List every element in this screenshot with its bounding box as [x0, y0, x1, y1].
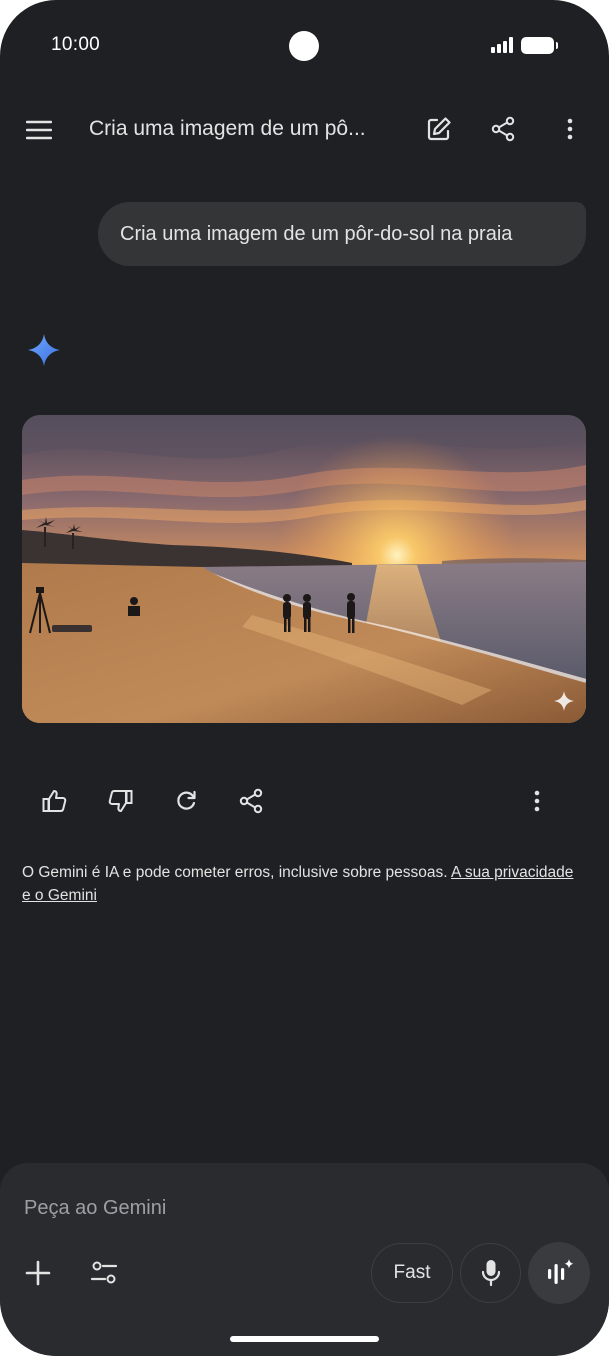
microphone-icon[interactable]	[460, 1243, 521, 1303]
generated-sunset-beach-image[interactable]	[22, 415, 586, 723]
user-message-bubble: Cria uma imagem de um pôr-do-sol na prai…	[98, 202, 586, 266]
disclaimer: O Gemini é IA e pode cometer erros, incl…	[22, 861, 582, 907]
status-time: 10:00	[51, 34, 101, 55]
tools-sliders-icon[interactable]	[87, 1256, 121, 1290]
front-camera	[289, 31, 319, 61]
thumbs-up-icon[interactable]	[38, 784, 72, 818]
signal-icon	[491, 37, 515, 53]
phone-screen: 10:00 Cria uma imagem de um pô... Cria u…	[0, 0, 609, 1356]
disclaimer-text: O Gemini é IA e pode cometer erros, incl…	[22, 864, 452, 881]
hamburger-menu-icon[interactable]	[22, 113, 56, 147]
plus-icon[interactable]	[21, 1256, 55, 1290]
regenerate-icon[interactable]	[169, 784, 203, 818]
more-vert-icon[interactable]	[553, 112, 587, 146]
prompt-input[interactable]	[24, 1194, 444, 1222]
edit-new-chat-icon[interactable]	[422, 112, 456, 146]
home-indicator[interactable]	[230, 1336, 379, 1342]
share-icon[interactable]	[486, 112, 520, 146]
gemini-spark-icon	[27, 333, 61, 367]
conversation-title[interactable]: Cria uma imagem de um pô...	[89, 117, 366, 141]
share-response-icon[interactable]	[234, 784, 268, 818]
gemini-live-icon[interactable]	[528, 1242, 590, 1304]
response-more-icon[interactable]	[520, 784, 554, 818]
battery-icon	[521, 37, 558, 54]
thumbs-down-icon[interactable]	[103, 784, 137, 818]
model-fast-button[interactable]: Fast	[371, 1243, 453, 1303]
